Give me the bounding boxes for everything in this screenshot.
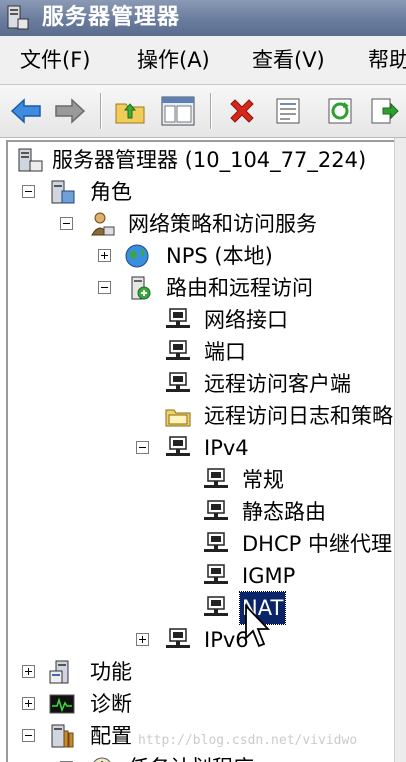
menu-bar: 文件(F) 操作(A) 查看(V) 帮助 <box>0 36 406 85</box>
back-arrow-icon <box>10 98 41 124</box>
tree-node-diagnostics[interactable]: 诊断 <box>0 688 394 720</box>
tree-node-dhcp-relay[interactable]: DHCP 中继代理 <box>0 528 394 560</box>
tree-node-remote-clients[interactable]: 远程访问客户端 <box>0 368 394 400</box>
tree-node-features[interactable]: 功能 <box>0 656 394 688</box>
clock-icon <box>93 757 111 762</box>
tree-node-nps-local[interactable]: NPS (本地) <box>0 240 394 272</box>
tree-label-roles: 角色 <box>90 180 132 204</box>
tree-node-nps-services[interactable]: 网络策略和访问服务 <box>0 208 394 240</box>
folder-up-icon <box>115 103 145 124</box>
network-node-icon <box>204 468 228 488</box>
globe-icon <box>125 244 149 268</box>
tree-label-nps-services: 网络策略和访问服务 <box>128 212 317 236</box>
forward-button[interactable] <box>52 93 88 129</box>
export-list-button[interactable] <box>366 93 402 129</box>
up-one-level-button[interactable] <box>112 93 148 129</box>
menu-file[interactable]: 文件(F) <box>20 36 90 84</box>
back-button[interactable] <box>8 93 44 129</box>
console-tree: 服务器管理器 (10_104_77_224) 角色 网络策略和访问服务 NPS … <box>0 138 394 762</box>
tree-label-diagnostics: 诊断 <box>90 692 132 716</box>
tree-node-network-interfaces[interactable]: 网络接口 <box>0 304 394 336</box>
network-node-icon <box>166 340 190 360</box>
collapse-toggle[interactable] <box>136 441 149 454</box>
tree-node-nat[interactable]: NAT <box>0 591 394 625</box>
server-manager-icon <box>7 5 29 30</box>
expand-toggle[interactable] <box>22 665 35 678</box>
tree-node-remote-logging[interactable]: 远程访问日志和策略 <box>0 400 394 432</box>
collapse-toggle[interactable] <box>22 185 35 198</box>
tree-label-igmp: IGMP <box>242 564 296 588</box>
tree-node-server-manager[interactable]: 服务器管理器 (10_104_77_224) <box>0 144 394 176</box>
menu-action[interactable]: 操作(A) <box>137 36 210 84</box>
network-node-icon <box>166 308 190 328</box>
toolbar <box>0 85 406 138</box>
window-title: 服务器管理器 <box>42 5 181 30</box>
tree-label-remote-logging: 远程访问日志和策略 <box>204 404 393 428</box>
collapse-toggle[interactable] <box>22 729 35 742</box>
network-policy-icon <box>91 212 115 236</box>
tree-label-nps-local: NPS (本地) <box>166 244 273 268</box>
console-tree-icon <box>161 96 195 126</box>
tree-node-roles[interactable]: 角色 <box>0 176 394 208</box>
folder-icon <box>165 409 191 427</box>
network-node-icon <box>166 436 190 456</box>
tree-label-remote-clients: 远程访问客户端 <box>204 372 351 396</box>
tree-node-igmp[interactable]: IGMP <box>0 560 394 592</box>
tree-label-features: 功能 <box>90 660 132 684</box>
configuration-icon <box>51 724 74 748</box>
window-title-bar: 服务器管理器 <box>0 0 406 37</box>
refresh-icon <box>328 98 352 124</box>
tree-node-ports[interactable]: 端口 <box>0 336 394 368</box>
tree-node-ipv4[interactable]: IPv4 <box>0 432 394 464</box>
delete-button[interactable] <box>224 93 260 129</box>
tree-label-static-routes: 静态路由 <box>242 500 326 524</box>
tree-node-static-routes[interactable]: 静态路由 <box>0 496 394 528</box>
server-manager-icon <box>18 148 43 172</box>
refresh-button[interactable] <box>322 93 358 129</box>
tree-label-ports: 端口 <box>204 340 246 364</box>
features-icon <box>49 660 69 684</box>
expand-toggle[interactable] <box>98 249 111 262</box>
diagnostics-icon <box>49 694 75 714</box>
delete-x-icon <box>230 99 254 123</box>
tree-label-dhcp-relay: DHCP 中继代理 <box>242 532 392 556</box>
network-node-icon <box>204 532 228 552</box>
tree-node-ipv6[interactable]: IPv6 <box>0 624 394 656</box>
tree-label-network-interfaces: 网络接口 <box>204 308 288 332</box>
tree-label-task-scheduler: 任务计划程序 <box>128 752 254 762</box>
forward-arrow-icon <box>55 98 86 124</box>
tree-label-root: 服务器管理器 (10_104_77_224) <box>52 148 367 172</box>
network-node-icon <box>204 500 228 520</box>
properties-icon <box>276 98 300 124</box>
tree-label-general: 常规 <box>242 468 284 492</box>
show-hide-console-tree-button[interactable] <box>160 93 196 129</box>
network-node-icon <box>204 596 228 616</box>
tree-node-rras[interactable]: 路由和远程访问 <box>0 272 394 304</box>
roles-icon <box>51 180 75 204</box>
menu-view[interactable]: 查看(V) <box>252 36 325 84</box>
tree-label-rras: 路由和远程访问 <box>166 276 313 300</box>
network-node-icon <box>204 564 228 584</box>
network-node-icon <box>166 628 190 648</box>
routing-server-icon <box>131 276 151 300</box>
tree-label-ipv6: IPv6 <box>204 628 249 652</box>
mouse-pointer-icon <box>245 604 271 648</box>
tree-label-ipv4: IPv4 <box>204 436 249 460</box>
watermark: http://blog.csdn.net/vividwo <box>138 733 358 748</box>
tree-label-configuration: 配置 <box>90 724 132 748</box>
network-node-icon <box>166 372 190 392</box>
properties-button[interactable] <box>270 93 306 129</box>
export-list-icon <box>371 98 399 124</box>
vertical-scrollbar[interactable] <box>394 138 406 762</box>
expand-toggle[interactable] <box>136 633 149 646</box>
tree-node-general[interactable]: 常规 <box>0 464 394 496</box>
tree-node-task-scheduler[interactable]: 任务计划程序 <box>0 752 394 762</box>
menu-help[interactable]: 帮助 <box>368 36 406 84</box>
expand-toggle[interactable] <box>22 697 35 710</box>
collapse-toggle[interactable] <box>98 281 111 294</box>
collapse-toggle[interactable] <box>60 217 73 230</box>
